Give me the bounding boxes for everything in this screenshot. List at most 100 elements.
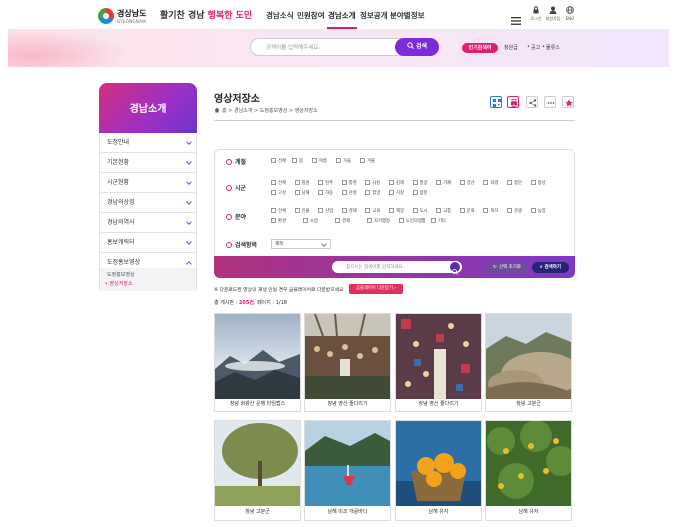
filter-checkbox[interactable]: 환경 xyxy=(271,218,286,224)
video-caption[interactable]: 창녕 영산 줄다리기 xyxy=(396,398,481,411)
filter-checkbox[interactable]: 농업 xyxy=(530,208,546,214)
video-caption[interactable]: 남해 유자 xyxy=(396,505,481,520)
filter-checkbox[interactable]: 합천 xyxy=(412,190,428,196)
filter-checkbox[interactable]: 자치행정 xyxy=(367,218,390,224)
breadcrumb-path[interactable]: 홈 > 경남소개 > 도정홍보영상 > 영상저장소 xyxy=(222,108,318,114)
season-checkbox[interactable]: 봄 xyxy=(292,158,303,164)
filter-checkbox[interactable]: 진주 xyxy=(318,180,333,186)
filter-checkbox[interactable]: 남해 xyxy=(294,190,310,196)
season-checkbox[interactable]: 여름 xyxy=(312,158,327,164)
more-button[interactable] xyxy=(544,96,556,108)
filter-checkbox[interactable]: 도시 xyxy=(412,208,428,214)
filter-checkbox[interactable]: 사천 xyxy=(365,180,380,186)
filter-checkbox[interactable]: 김해 xyxy=(389,180,404,186)
season-checkbox[interactable]: 전체 xyxy=(271,158,286,164)
filter-checkbox[interactable]: 거제 xyxy=(436,180,451,186)
lnb-item[interactable]: 기본현황 xyxy=(99,153,197,173)
filter-checkbox[interactable]: 인물 xyxy=(294,208,310,214)
submit-search-button[interactable]: ⌕ 검색하기 xyxy=(532,262,569,273)
search-type-select[interactable]: 제목 xyxy=(271,239,331,249)
season-checkbox[interactable]: 가을 xyxy=(336,158,351,164)
gnb-disclosure[interactable]: 정보공개 xyxy=(360,10,388,21)
print-button[interactable] xyxy=(507,96,519,108)
filter-checkbox[interactable]: 통영 xyxy=(341,180,357,186)
filter-checkbox[interactable]: 소방 xyxy=(303,218,318,224)
lnb-item[interactable]: 시군현황 xyxy=(99,173,197,193)
gnb-intro[interactable]: 경남소개 xyxy=(328,10,356,21)
tug-of-war-crowd-photo[interactable] xyxy=(305,314,390,399)
video-caption[interactable]: 창녕 영산 줄다리기 xyxy=(305,398,390,411)
filter-checkbox[interactable]: 양산 xyxy=(459,180,475,186)
filter-checkbox[interactable]: 교육 xyxy=(365,208,380,214)
filter-checkbox[interactable]: 해양 xyxy=(389,208,404,214)
share-button[interactable] xyxy=(526,96,538,108)
video-card[interactable]: 창녕 화왕산 운해 타임랩스 xyxy=(214,313,301,412)
filter-checkbox[interactable]: 고성 xyxy=(271,190,286,196)
lnb-item[interactable]: 홍보캐릭터 xyxy=(99,233,197,253)
filter-checkbox[interactable]: 창녕 xyxy=(530,180,546,186)
reset-button[interactable]: ↻ 선택 초기화 xyxy=(486,262,528,273)
filter-checkbox[interactable]: 하동 xyxy=(318,190,333,196)
site-logo[interactable]: 경상남도 GYEONGNAM xyxy=(98,7,150,27)
menu-icon[interactable] xyxy=(511,10,521,25)
video-card[interactable]: 남해 미조 개굴바다 xyxy=(304,420,391,521)
filter-checkbox[interactable]: 의령 xyxy=(483,180,498,186)
yuzu-tree-photo[interactable] xyxy=(486,421,571,506)
video-card[interactable]: 창녕 영산 줄다리기 xyxy=(304,313,391,412)
filter-checkbox[interactable]: 전체 xyxy=(271,208,286,214)
filter-checkbox[interactable]: 경제 xyxy=(341,208,357,214)
favorite-button[interactable] xyxy=(562,96,574,108)
lnb-item[interactable]: 도정안내 xyxy=(99,133,197,153)
season-checkbox[interactable]: 겨울 xyxy=(360,158,375,164)
filter-checkbox[interactable]: 함양 xyxy=(365,190,380,196)
video-card[interactable]: 남해 유자 xyxy=(395,420,482,521)
harbor-boat-photo[interactable] xyxy=(305,421,390,506)
burial-mounds-photo[interactable] xyxy=(486,314,571,399)
popular-keyword[interactable]: 창원급 xyxy=(504,44,518,51)
video-card[interactable]: 남해 유자 xyxy=(485,420,572,521)
video-caption[interactable]: 창녕 고분군 xyxy=(215,505,300,520)
misty-mountain-photo[interactable] xyxy=(215,314,300,399)
video-caption[interactable]: 남해 미조 개굴바다 xyxy=(305,505,390,520)
filter-checkbox[interactable]: 산청 xyxy=(341,190,357,196)
popular-keyword[interactable]: 물류스 xyxy=(546,44,560,51)
filter-checkbox[interactable]: 복지 xyxy=(483,208,498,214)
popular-keyword[interactable]: 공고 xyxy=(531,44,540,51)
filter-checkbox[interactable]: 전체 xyxy=(271,180,286,186)
keyword-input[interactable]: 찾으시는 검색어를 입력하세요. xyxy=(332,261,462,275)
filter-checkbox[interactable]: 문화 xyxy=(459,208,475,214)
video-caption[interactable]: 남해 유자 xyxy=(486,505,571,520)
language-link[interactable]: ENG xyxy=(562,6,578,21)
login-link[interactable]: 로그인 xyxy=(528,6,544,22)
keyword-search-icon[interactable] xyxy=(450,262,460,275)
video-card[interactable]: 창녕 고분군 xyxy=(214,420,301,521)
festival-crowd-photo[interactable] xyxy=(396,314,481,399)
video-caption[interactable]: 창녕 화왕산 운해 타임랩스 xyxy=(215,398,300,411)
signup-link[interactable]: 회원가입 xyxy=(545,6,561,22)
filter-checkbox[interactable]: 창원 xyxy=(294,180,310,186)
yuzu-basket-photo[interactable] xyxy=(396,421,481,506)
filter-checkbox[interactable]: 기타 xyxy=(431,218,446,224)
qr-code-button[interactable] xyxy=(490,96,502,108)
gnb-news[interactable]: 경남소식 xyxy=(266,10,294,21)
filter-checkbox[interactable]: 교통 xyxy=(436,208,451,214)
filter-checkbox[interactable]: 도민의생활 xyxy=(399,218,426,224)
search-button[interactable]: 검색 xyxy=(395,38,439,56)
player-download-button[interactable]: 곰플레이어 다운받기 › xyxy=(349,284,403,294)
lnb-sub-item-active[interactable]: • 영상저장소 xyxy=(105,280,133,287)
video-card[interactable]: 창녕 고분군 xyxy=(485,313,572,412)
gnb-field-info[interactable]: 분야별정보 xyxy=(390,10,425,21)
filter-checkbox[interactable]: 산업 xyxy=(318,208,333,214)
gnb-civil[interactable]: 민원참여 xyxy=(297,10,325,21)
filter-checkbox[interactable]: 함안 xyxy=(507,180,522,186)
video-caption[interactable]: 창녕 고분군 xyxy=(486,398,571,411)
filter-checkbox[interactable]: 경제 xyxy=(335,218,350,224)
filter-checkbox[interactable]: 관광 xyxy=(507,208,522,214)
lnb-item[interactable]: 경남의역사 xyxy=(99,213,197,233)
lnb-sub-item[interactable]: 도정홍보영상 xyxy=(107,271,135,278)
filter-checkbox[interactable]: 거창 xyxy=(389,190,404,196)
filter-checkbox[interactable]: 밀양 xyxy=(412,180,428,186)
lnb-item[interactable]: 경남의상징 xyxy=(99,193,197,213)
tree-lawn-photo[interactable] xyxy=(215,421,300,506)
video-card[interactable]: 창녕 영산 줄다리기 xyxy=(395,313,482,412)
